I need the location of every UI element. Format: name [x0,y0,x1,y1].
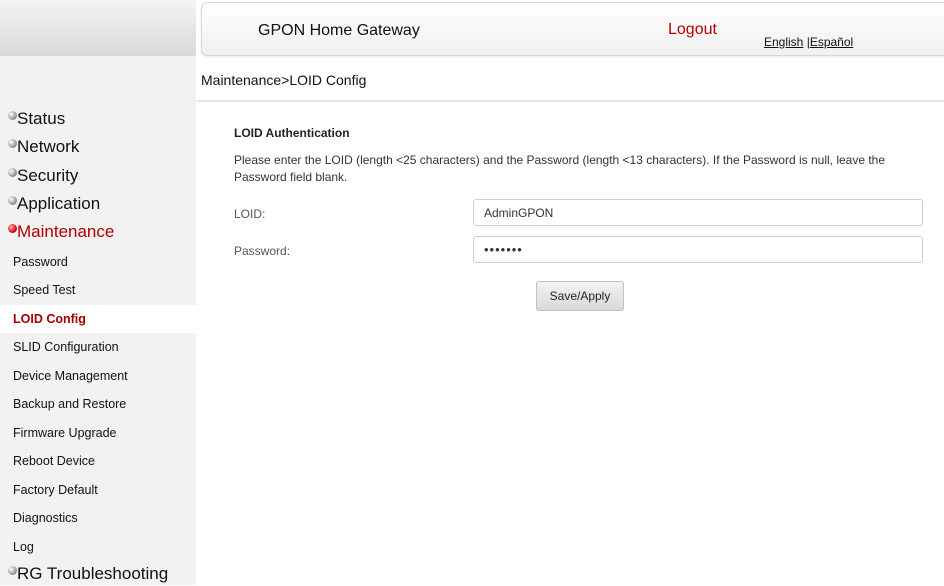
nav-rg-troubleshooting[interactable]: RG Troubleshooting [8,562,168,586]
password-input[interactable] [473,236,923,263]
sidebar-item-loid-config[interactable]: LOID Config [13,310,86,328]
sidebar-item-reboot-device[interactable]: Reboot Device [13,452,95,470]
nav-status-label: Status [17,109,66,128]
section-title: LOID Authentication [234,126,350,140]
nav-maintenance-label: Maintenance [17,222,115,241]
nav-security-label: Security [17,166,79,185]
sidebar-item-password[interactable]: Password [13,253,68,271]
sidebar-item-factory-default[interactable]: Factory Default [13,481,98,499]
header-divider [197,100,944,102]
bullet-icon [8,111,17,120]
nav-maintenance[interactable]: Maintenance [8,220,114,244]
sidebar: Status Network Security Application Main… [0,0,196,585]
breadcrumb: Maintenance>LOID Config [201,72,367,88]
sidebar-item-firmware-upgrade[interactable]: Firmware Upgrade [13,424,117,442]
nav-network[interactable]: Network [8,135,79,159]
bullet-icon [8,168,17,177]
bullet-icon [8,139,17,148]
nav-application-label: Application [17,194,101,213]
nav-network-label: Network [17,137,80,156]
loid-input[interactable] [473,199,923,226]
loid-label: LOID: [234,207,266,221]
top-header-bar: GPON Home Gateway Logout English |Españo… [201,2,944,56]
sidebar-item-device-management[interactable]: Device Management [13,367,128,385]
lang-english-link[interactable]: English [764,35,803,49]
sidebar-item-slid-configuration[interactable]: SLID Configuration [13,338,119,356]
sidebar-item-backup-restore[interactable]: Backup and Restore [13,395,126,413]
nav-application[interactable]: Application [8,192,100,216]
sidebar-item-speed-test[interactable]: Speed Test [13,281,75,299]
logout-link[interactable]: Logout [668,21,717,39]
nav-rg-troubleshooting-label: RG Troubleshooting [17,564,169,583]
gateway-title: GPON Home Gateway [258,22,420,39]
sidebar-item-diagnostics[interactable]: Diagnostics [13,509,78,527]
bullet-icon [8,196,17,205]
nav-security[interactable]: Security [8,164,78,188]
lang-spanish-link[interactable]: Español [810,35,853,49]
sidebar-header [0,0,196,56]
bullet-icon [8,566,17,575]
nav-status[interactable]: Status [8,107,65,131]
save-apply-button[interactable]: Save/Apply [536,281,624,311]
instructions-text: Please enter the LOID (length <25 charac… [234,153,886,184]
password-label: Password: [234,244,291,258]
bullet-active-icon [8,224,17,233]
language-switcher: English |Español [764,35,853,49]
sidebar-item-log[interactable]: Log [13,538,34,556]
